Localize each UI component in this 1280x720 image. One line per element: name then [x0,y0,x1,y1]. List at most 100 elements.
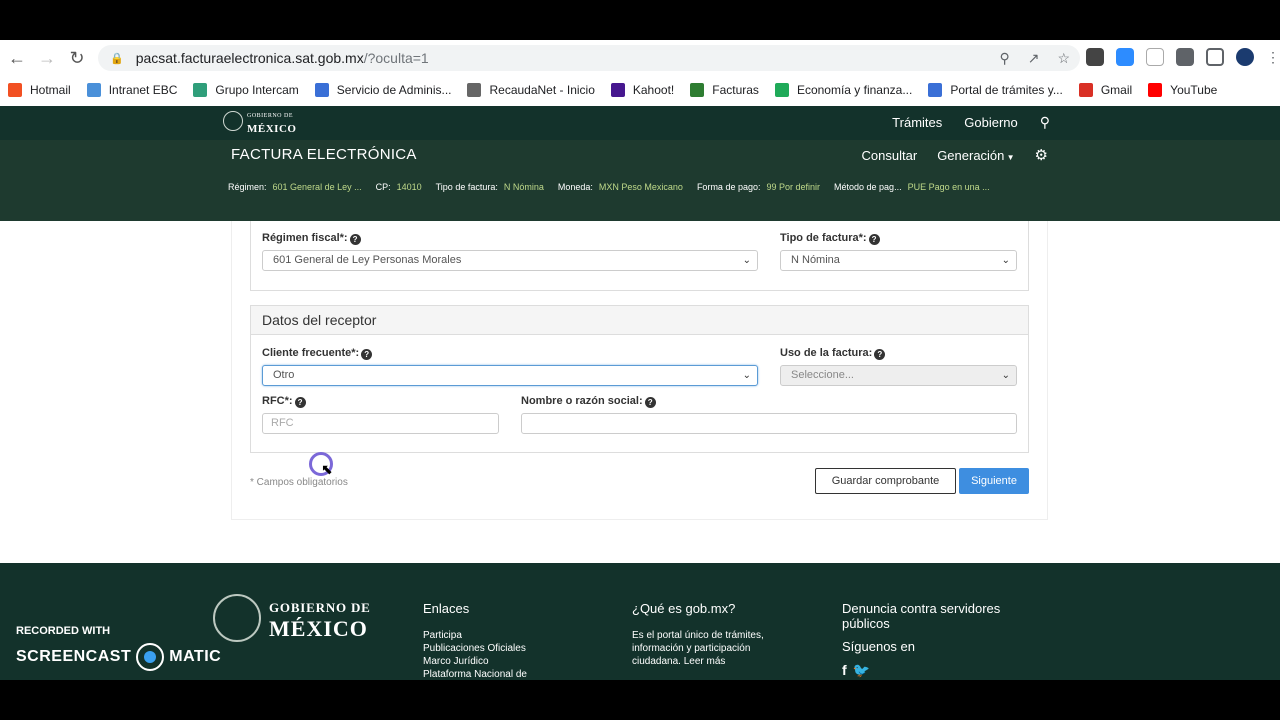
tipo-label: Tipo de factura*:? [780,232,880,245]
zoom-extension-icon[interactable] [1116,48,1134,66]
footer-denuncia-link[interactable]: Denuncia contra servidores públicos [842,601,1012,631]
bookmark-item[interactable]: Grupo Intercam [193,83,299,97]
clipboard-icon[interactable] [1146,48,1164,66]
rfc-input[interactable]: RFC [262,413,499,434]
bookmark-item[interactable]: RecaudaNet - Inicio [467,83,595,97]
mouse-cursor-icon: ⬉ [321,461,333,477]
sidepanel-icon[interactable] [1206,48,1224,66]
bookmark-item[interactable]: Servicio de Adminis... [314,83,451,97]
watermark-brand-right: MATIC [169,648,222,665]
nav-generacion-label: Generación [937,147,1005,163]
kahoot-icon [610,83,625,97]
nombre-input[interactable] [521,413,1017,434]
app-title[interactable]: FACTURA ELECTRÓNICA [231,146,417,163]
regimen-select-value: 601 General de Ley Personas Morales [273,254,462,266]
bookmark-label: Economía y finanza... [796,83,913,97]
footer-about-text: Es el portal único de trámites, informac… [632,630,764,667]
bookmark-item[interactable]: Facturas [690,83,759,97]
nav-generacion[interactable]: Generación ▼ [937,148,1014,163]
footer-link[interactable]: Participa [423,629,527,642]
summary-key: Tipo de factura: [435,182,498,192]
bookmark-item[interactable]: Portal de trámites y... [928,83,1063,97]
footer-link[interactable]: Publicaciones Oficiales [423,642,527,655]
share-icon[interactable]: ↗ [1028,50,1040,67]
required-note: * Campos obligatorios [250,477,348,488]
footer-link[interactable]: Plataforma Nacional de [423,668,527,681]
circle-icon [193,83,208,97]
zoom-icon[interactable]: ⚲ [999,50,1009,67]
uso-select[interactable]: Seleccione... ⌄ [780,365,1017,386]
lock-icon: 🔒 [110,52,124,65]
bookmark-label: Grupo Intercam [215,83,299,97]
screencast-watermark: RECORDED WITH SCREENCAST MATIC [16,625,221,671]
bookmark-item[interactable]: Economía y finanza... [774,83,913,97]
regimen-select[interactable]: 601 General de Ley Personas Morales ⌄ [262,250,758,271]
help-icon[interactable]: ? [874,349,886,360]
uso-select-value: Seleccione... [791,369,854,381]
gob-logo[interactable]: GOBIERNO DE MÉXICO [223,111,296,137]
tipo-select[interactable]: N Nómina ⌄ [780,250,1017,271]
back-icon[interactable]: ← [2,43,32,73]
watermark-brand: SCREENCAST MATIC [16,643,221,671]
app-nav: Consultar Generación ▼ ⚙ [862,146,1048,164]
facebook-icon[interactable]: f [842,662,847,679]
cliente-select[interactable]: Otro ⌄ [262,365,758,386]
gear-icon[interactable]: ⚙ [1035,146,1048,164]
globe-icon [467,83,482,97]
search-icon[interactable]: ⚲ [1040,114,1050,131]
cliente-select-value: Otro [273,369,295,381]
gmail-icon [1078,83,1093,97]
chevron-down-icon: ⌄ [742,370,751,381]
extension-icon[interactable] [1086,48,1104,66]
summary-key: Régimen: [228,182,267,192]
screencast-logo-icon [136,643,165,671]
bookmark-label: YouTube [1170,83,1218,97]
leaf-icon [86,83,101,97]
gob-logo-small: GOBIERNO DE [247,113,293,119]
summary-key: CP: [375,182,391,192]
bookmark-item[interactable]: YouTube [1148,83,1217,97]
summary-value: 14010 [396,182,422,192]
forward-icon[interactable]: → [32,43,62,73]
bookmark-label: RecaudaNet - Inicio [489,83,595,97]
next-button[interactable]: Siguiente [959,468,1029,494]
help-icon[interactable]: ? [349,234,361,245]
chevron-down-icon: ⌄ [1001,255,1010,266]
bookmark-star-icon[interactable]: ☆ [1057,50,1070,67]
apps-icon [928,83,943,97]
help-icon[interactable]: ? [644,397,656,408]
bookmark-label: Facturas [712,83,759,97]
url-path: /?oculta=1 [363,50,429,66]
nav-consultar[interactable]: Consultar [862,148,918,163]
rfc-label-text: RFC*: [262,395,293,407]
windows-icon [8,83,22,97]
bookmark-item[interactable]: Gmail [1078,83,1132,97]
summary-value: 601 General de Ley ... [272,182,362,192]
save-button[interactable]: Guardar comprobante [815,468,956,494]
puzzle-icon[interactable] [1176,48,1194,66]
help-icon[interactable]: ? [868,234,880,245]
help-icon[interactable]: ? [294,397,306,408]
bookmark-item[interactable]: Intranet EBC [86,83,177,97]
youtube-icon [1148,83,1163,97]
menu-dots-icon[interactable]: ⋮ [1266,49,1280,66]
summary-value: PUE Pago en una ... [907,182,990,192]
nav-tramites[interactable]: Trámites [892,115,942,130]
footer-logo[interactable]: GOBIERNO DE MÉXICO [269,600,371,642]
extensions-area: ⋮ [1086,48,1280,66]
nav-gobierno[interactable]: Gobierno [964,115,1017,130]
check-icon [774,83,789,97]
bookmark-label: Kahoot! [632,83,675,97]
rfc-label: RFC*:? [262,395,306,408]
footer-link[interactable]: Marco Jurídico [423,655,527,668]
bookmark-item[interactable]: Kahoot! [610,83,675,97]
reload-icon[interactable]: ↻ [62,43,92,73]
footer-follow-label: Síguenos en [842,639,916,654]
address-bar[interactable]: 🔒 pacsat.facturaelectronica.sat.gob.mx/?… [98,45,1080,71]
help-icon[interactable]: ? [361,349,373,360]
twitter-icon[interactable]: 🐦 [853,662,870,679]
watermark-recorded: RECORDED WITH [16,625,111,637]
profile-avatar[interactable] [1236,48,1254,66]
bookmark-label: Portal de trámites y... [950,83,1063,97]
bookmark-item[interactable]: Hotmail [8,83,71,97]
